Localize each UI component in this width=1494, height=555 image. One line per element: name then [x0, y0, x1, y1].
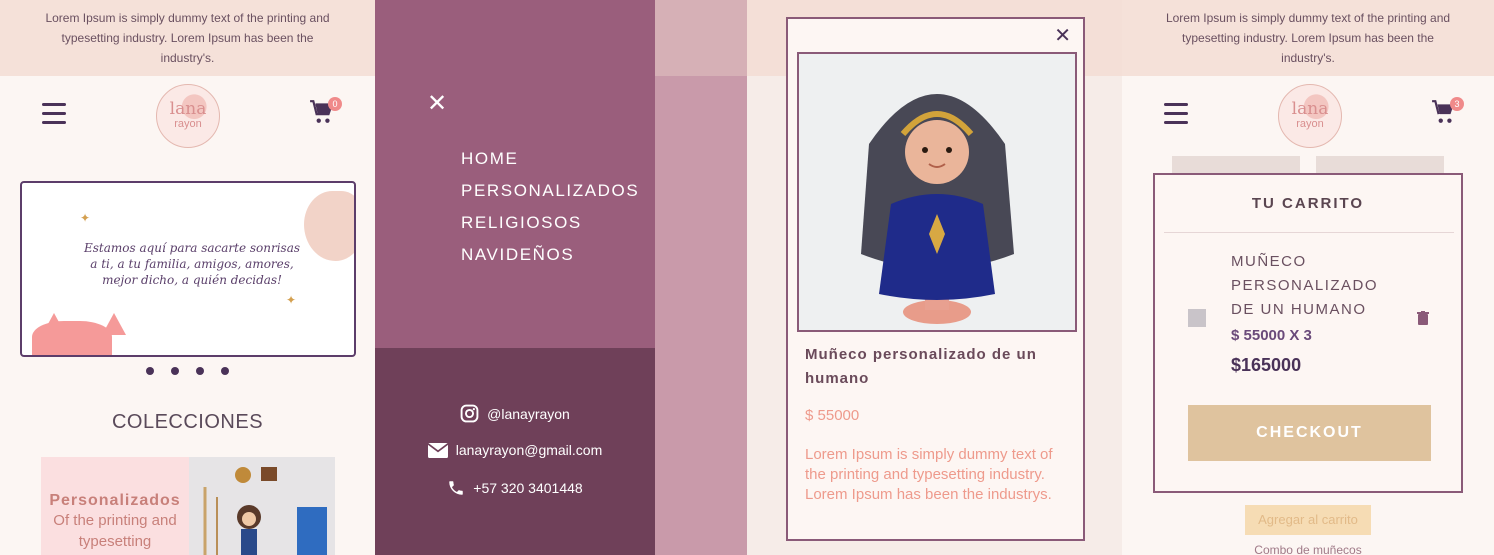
background-combo-label: Combo de muñecos	[1254, 543, 1362, 555]
instagram-link[interactable]: @lanayrayon	[375, 404, 655, 423]
menu-item-religiosos[interactable]: RELIGIOSOS	[461, 207, 639, 239]
phone-icon	[449, 481, 464, 495]
cart-item-name: MUÑECO PERSONALIZADO DE UN HUMANO	[1231, 253, 1379, 318]
cat-illustration	[32, 313, 126, 355]
cart-count-badge: 3	[1450, 97, 1464, 111]
brand-logo[interactable]: lana rayon	[1278, 84, 1342, 148]
cart-icon[interactable]: 0	[309, 97, 342, 129]
product-screen: ✕ Muñeco personalizado de un humano $ 55…	[747, 0, 1122, 555]
cart-popup: TU CARRITO MUÑECO PERSONALIZADO DE UN HU…	[1153, 173, 1463, 493]
brand-logo[interactable]: lana rayon	[156, 84, 220, 148]
menu-item-personalizados[interactable]: PERSONALIZADOS	[461, 175, 639, 207]
announcement-bar: Lorem Ipsum is simply dummy text of the …	[1122, 0, 1494, 76]
cart-count-badge: 0	[328, 97, 342, 111]
collections-title: COLECCIONES	[111, 411, 264, 433]
collection-card-image	[189, 457, 335, 555]
site-header: lana rayon 0	[0, 76, 375, 156]
home-screen: Lorem Ipsum is simply dummy text of the …	[0, 0, 375, 555]
site-header: lana rayon 3	[1122, 76, 1494, 156]
collection-card[interactable]: Personalizados Of the printing and types…	[41, 457, 335, 555]
product-modal: ✕ Muñeco personalizado de un humano $ 55…	[786, 17, 1085, 541]
email-link[interactable]: lanayrayon@gmail.com	[375, 442, 655, 458]
checkout-button[interactable]: CHECKOUT	[1188, 405, 1431, 461]
collection-card-title: Personalizados	[49, 492, 181, 509]
hero-banner[interactable]: ✦ ✦ Estamos aquí para sacarte sonrisas a…	[20, 181, 356, 357]
side-menu: ✕ HOME PERSONALIZADOS RELIGIOSOS NAVIDEÑ…	[375, 0, 655, 348]
product-price: $ 55000	[805, 407, 860, 424]
hero-message: Estamos aquí para sacarte sonrisas a ti,…	[83, 241, 301, 287]
menu-item-navidenos[interactable]: NAVIDEÑOS	[461, 239, 639, 271]
background-add-to-cart-button[interactable]: Agregar al carrito	[1245, 505, 1371, 535]
menu-screen: ✕ HOME PERSONALIZADOS RELIGIOSOS NAVIDEÑ…	[375, 0, 747, 555]
carousel-dots[interactable]	[146, 367, 229, 375]
hamburger-menu-icon[interactable]	[42, 103, 66, 124]
sparkle-icon: ✦	[286, 293, 297, 307]
cart-screen: Lorem Ipsum is simply dummy text of the …	[1122, 0, 1494, 555]
close-icon[interactable]: ✕	[427, 89, 447, 118]
envelope-icon	[427, 442, 448, 458]
collection-card-subtitle: Of the printing and typesetting	[53, 512, 177, 550]
cart-title: TU CARRITO	[1251, 195, 1365, 212]
phone-link[interactable]: +57 320 3401448	[375, 479, 655, 497]
menu-list: HOME PERSONALIZADOS RELIGIOSOS NAVIDEÑOS	[461, 143, 639, 271]
product-title: Muñeco personalizado de un humano	[805, 346, 1037, 387]
cart-item-thumbnail	[1188, 309, 1206, 327]
menu-overlay[interactable]	[655, 0, 747, 555]
menu-item-home[interactable]: HOME	[461, 143, 639, 175]
announcement-bar: Lorem Ipsum is simply dummy text of the …	[0, 0, 375, 76]
cart-item-quantity: $ 55000 X 3	[1231, 327, 1312, 344]
cloud-decoration	[304, 191, 354, 261]
product-image	[797, 52, 1077, 332]
trash-icon[interactable]	[1417, 311, 1429, 328]
hamburger-menu-icon[interactable]	[1164, 103, 1188, 124]
cart-icon[interactable]: 3	[1431, 97, 1464, 129]
sparkle-icon: ✦	[80, 211, 91, 225]
menu-contact-footer: @lanayrayon lanayrayon@gmail.com +57 320…	[375, 348, 655, 555]
cart-item-total: $165000	[1231, 355, 1302, 375]
close-icon[interactable]: ✕	[1054, 23, 1071, 48]
instagram-icon	[460, 404, 479, 423]
product-description: Lorem Ipsum is simply dummy text of the …	[805, 446, 1053, 503]
